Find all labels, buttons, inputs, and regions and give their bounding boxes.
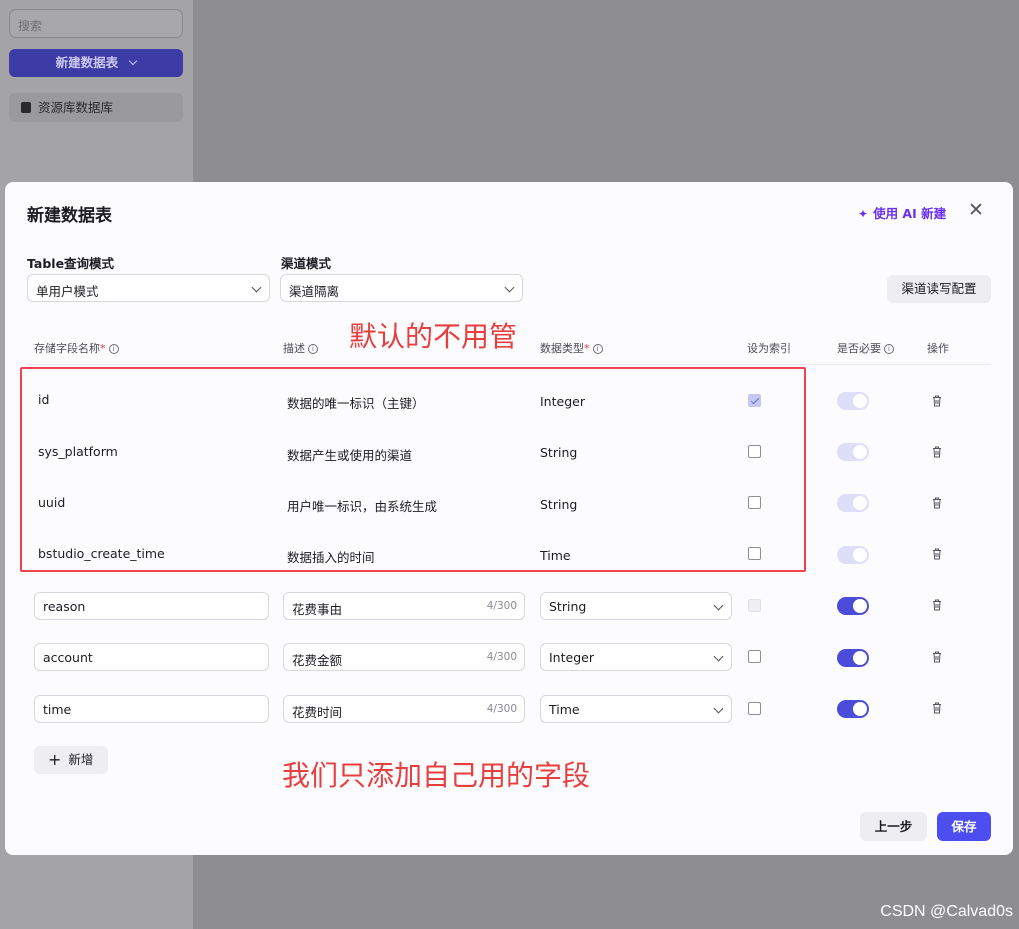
column-header-description: 描述 i bbox=[283, 340, 318, 356]
column-header-index: 设为索引 bbox=[747, 342, 791, 355]
trash-icon[interactable] bbox=[932, 599, 942, 611]
required-toggle[interactable] bbox=[837, 649, 869, 667]
data-type-select[interactable]: Time bbox=[540, 695, 732, 723]
char-counter: 4/300 bbox=[486, 600, 517, 612]
sparkle-icon: ✦ bbox=[858, 207, 869, 221]
description-value: 花费金额 bbox=[292, 653, 343, 668]
column-header-field-name: 存储字段名称* i bbox=[34, 340, 119, 356]
new-table-dialog: 新建数据表 ✦ 使用 AI 新建 ✕ Table查询模式 单用户模式 渠道模式 渠… bbox=[5, 182, 1013, 855]
close-icon[interactable]: ✕ bbox=[968, 199, 984, 221]
new-table-label: 新建数据表 bbox=[55, 55, 119, 70]
search-input[interactable]: 搜索 bbox=[9, 9, 183, 38]
data-type-value: Time bbox=[549, 702, 580, 717]
previous-step-button[interactable]: 上一步 bbox=[860, 812, 927, 841]
chevron-down-icon bbox=[504, 282, 515, 293]
header-divider bbox=[27, 364, 991, 365]
ai-create-button[interactable]: ✦ 使用 AI 新建 bbox=[858, 203, 946, 222]
field-name-input[interactable]: time bbox=[34, 695, 269, 723]
channel-mode-value: 渠道隔离 bbox=[289, 284, 340, 299]
channel-mode-select[interactable]: 渠道隔离 bbox=[280, 274, 523, 302]
info-icon[interactable]: i bbox=[108, 344, 119, 354]
info-icon[interactable]: i bbox=[592, 344, 603, 354]
column-label: 描述 bbox=[283, 342, 305, 355]
sidebar-item-database[interactable]: 资源库数据库 bbox=[9, 93, 183, 122]
data-type-value: Integer bbox=[549, 650, 594, 665]
column-label: 数据类型 bbox=[540, 342, 584, 355]
database-icon bbox=[21, 102, 31, 113]
column-label: 是否必要 bbox=[837, 342, 881, 355]
field-name-input[interactable]: reason bbox=[34, 592, 269, 620]
required-toggle bbox=[837, 443, 869, 461]
plus-icon: + bbox=[48, 750, 62, 769]
field-name-input[interactable]: account bbox=[34, 643, 269, 671]
column-header-actions: 操作 bbox=[927, 342, 949, 355]
annotation-highlight-box bbox=[20, 367, 806, 572]
info-icon[interactable]: i bbox=[884, 344, 894, 354]
description-input[interactable]: 花费事由 4/300 bbox=[283, 592, 525, 620]
description-input[interactable]: 花费时间 4/300 bbox=[283, 695, 525, 723]
annotation-custom-fields: 我们只添加自己用的字段 bbox=[282, 759, 591, 792]
chevron-down-icon bbox=[129, 56, 138, 66]
chevron-down-icon bbox=[251, 282, 262, 293]
info-icon[interactable]: i bbox=[308, 344, 318, 354]
column-header-required: 是否必要 i bbox=[837, 340, 894, 356]
char-counter: 4/300 bbox=[486, 651, 517, 663]
chevron-down-icon bbox=[713, 651, 724, 662]
trash-icon[interactable] bbox=[932, 395, 942, 407]
description-input[interactable]: 花费金额 4/300 bbox=[283, 643, 525, 671]
query-mode-select[interactable]: 单用户模式 bbox=[27, 274, 270, 302]
column-header-data-type: 数据类型* i bbox=[540, 340, 603, 356]
required-toggle bbox=[837, 546, 869, 564]
query-mode-value: 单用户模式 bbox=[36, 284, 99, 299]
required-toggle bbox=[837, 494, 869, 512]
data-type-select[interactable]: String bbox=[540, 592, 732, 620]
char-counter: 4/300 bbox=[486, 703, 517, 715]
index-checkbox[interactable] bbox=[748, 650, 761, 663]
data-type-select[interactable]: Integer bbox=[540, 643, 732, 671]
index-checkbox[interactable] bbox=[748, 702, 761, 715]
annotation-default-fields: 默认的不用管 bbox=[349, 320, 518, 353]
query-mode-label: Table查询模式 bbox=[27, 256, 115, 271]
trash-icon[interactable] bbox=[932, 497, 942, 509]
index-checkbox bbox=[748, 599, 761, 612]
save-button[interactable]: 保存 bbox=[937, 812, 991, 841]
channel-rw-config-button[interactable]: 渠道读写配置 bbox=[887, 275, 991, 303]
chevron-down-icon bbox=[713, 600, 724, 611]
description-value: 花费事由 bbox=[292, 602, 343, 617]
required-toggle bbox=[837, 392, 869, 410]
dialog-title: 新建数据表 bbox=[27, 206, 112, 226]
trash-icon[interactable] bbox=[932, 446, 942, 458]
required-toggle[interactable] bbox=[837, 597, 869, 615]
required-toggle[interactable] bbox=[837, 700, 869, 718]
trash-icon[interactable] bbox=[932, 651, 942, 663]
new-table-button[interactable]: 新建数据表 bbox=[9, 49, 183, 77]
data-type-value: String bbox=[549, 599, 587, 614]
chevron-down-icon bbox=[713, 703, 724, 714]
trash-icon[interactable] bbox=[932, 548, 942, 560]
add-field-label: 新增 bbox=[68, 752, 94, 767]
channel-mode-label: 渠道模式 bbox=[281, 256, 332, 271]
ai-create-label: 使用 AI 新建 bbox=[873, 206, 947, 221]
description-value: 花费时间 bbox=[292, 705, 343, 720]
watermark: CSDN @Calvad0s bbox=[880, 903, 1013, 920]
add-field-button[interactable]: + 新增 bbox=[34, 746, 108, 774]
trash-icon[interactable] bbox=[932, 702, 942, 714]
sidebar-item-label: 资源库数据库 bbox=[38, 100, 114, 115]
column-label: 存储字段名称 bbox=[34, 342, 100, 355]
